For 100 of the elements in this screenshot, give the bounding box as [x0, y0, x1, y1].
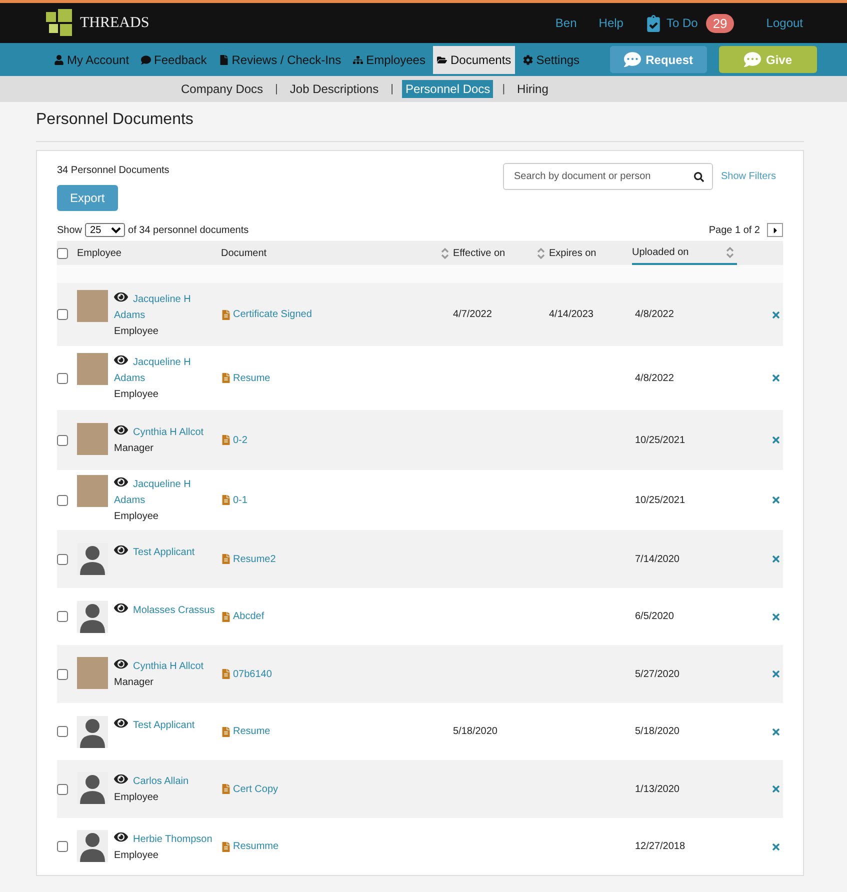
nav-tab[interactable]: Settings	[519, 46, 584, 74]
next-page-button[interactable]	[767, 223, 783, 237]
show-filters-link[interactable]: Show Filters	[720, 171, 776, 182]
gear-icon	[523, 54, 534, 64]
row-checkbox[interactable]	[57, 841, 68, 852]
show-label: Show	[57, 224, 82, 236]
upload-date: 4/8/2022	[635, 309, 674, 320]
select-all-checkbox[interactable]	[57, 248, 68, 258]
document-link[interactable]: Resume2	[221, 554, 441, 564]
request-button[interactable]: Request	[610, 46, 707, 73]
delete-button[interactable]	[771, 842, 781, 852]
employee-name-link[interactable]: Test Applicant	[114, 543, 218, 561]
delete-button[interactable]	[771, 726, 781, 736]
document-link[interactable]: Cert Copy	[221, 784, 441, 794]
delete-button[interactable]	[771, 310, 781, 320]
give-button[interactable]: Give	[718, 46, 817, 73]
employee-name-link[interactable]: Cynthia H Allcot	[114, 423, 218, 441]
employee-name-link[interactable]: Molasses Crassus	[114, 600, 218, 618]
show-suffix: of 34 personnel documents	[128, 224, 249, 236]
delete-button[interactable]	[771, 784, 781, 794]
row-checkbox[interactable]	[57, 611, 68, 622]
subnav-tab[interactable]: Personnel Docs	[402, 80, 494, 98]
delete-button[interactable]	[771, 373, 781, 383]
document-link[interactable]: Resume	[221, 726, 441, 737]
eye-icon	[114, 290, 128, 304]
column-header: Document	[221, 246, 268, 260]
employee-name-link[interactable]: Jacqueline H Adams	[114, 475, 218, 509]
document-link[interactable]: Abcdef	[221, 611, 441, 622]
eye-icon	[114, 423, 128, 437]
document-link[interactable]: 07b6140	[221, 668, 441, 680]
row-checkbox[interactable]	[57, 668, 68, 680]
employee-name-link[interactable]: Cynthia H Allcot	[114, 657, 218, 675]
page-title: Personnel Documents	[36, 102, 804, 142]
sitemap-icon	[353, 54, 364, 64]
file-icon	[221, 435, 231, 445]
eye-icon	[114, 657, 128, 671]
header-link[interactable]: Help	[598, 16, 624, 30]
nav-tab[interactable]: Reviews / Check-Ins	[214, 46, 346, 74]
avatar-icon	[77, 716, 108, 748]
logo-icon	[46, 9, 74, 37]
column-header: Employee	[77, 246, 122, 260]
row-checkbox[interactable]	[57, 309, 68, 320]
upload-date: 1/13/2020	[635, 784, 680, 794]
document-link[interactable]: 0-1	[221, 494, 441, 506]
page-size-select[interactable]: 25	[85, 223, 126, 237]
row-checkbox[interactable]	[57, 434, 68, 446]
subnav-tab[interactable]: Job Descriptions	[286, 80, 382, 98]
employee-role: Employee	[114, 848, 160, 862]
delete-button[interactable]	[771, 669, 781, 679]
employee-name-link[interactable]: Carlos Allain	[114, 772, 218, 790]
user-icon	[54, 54, 64, 64]
employee-role: Employee	[114, 388, 160, 402]
delete-button[interactable]	[771, 435, 781, 445]
subnav-tab[interactable]: Hiring	[514, 80, 552, 98]
subnav-tab[interactable]: Company Docs	[178, 80, 266, 98]
document-link[interactable]: Resume	[221, 372, 441, 384]
column-header[interactable]: Expires on	[537, 241, 632, 265]
logout-link[interactable]: Logout	[766, 16, 803, 30]
row-checkbox[interactable]	[57, 494, 68, 506]
photo-placeholder	[77, 657, 108, 689]
employee-role: Manager	[114, 442, 154, 456]
export-button[interactable]: Export	[57, 185, 118, 211]
employee-role: Employee	[114, 324, 160, 338]
separator: |	[502, 83, 506, 95]
delete-button[interactable]	[771, 554, 781, 564]
file-icon	[221, 612, 231, 622]
document-link[interactable]: Certificate Signed	[221, 309, 441, 320]
employee-name-link[interactable]: Jacqueline H Adams	[114, 353, 218, 387]
photo-placeholder	[77, 353, 108, 385]
file-icon	[221, 726, 231, 736]
nav-tab[interactable]: Documents	[433, 46, 516, 74]
employee-name-link[interactable]: Jacqueline H Adams	[114, 290, 218, 324]
search-field[interactable]: Search by document or person	[502, 163, 713, 190]
row-checkbox[interactable]	[57, 372, 68, 384]
column-header[interactable]: Effective on	[441, 241, 537, 265]
chat-icon	[624, 51, 641, 68]
row-checkbox[interactable]	[57, 554, 68, 564]
avatar-icon	[77, 543, 108, 575]
delete-button[interactable]	[771, 495, 781, 505]
upload-date: 12/27/2018	[635, 841, 686, 852]
employee-role: Manager	[114, 676, 154, 690]
eye-icon	[114, 353, 128, 367]
eye-icon	[114, 600, 128, 614]
document-link[interactable]: 0-2	[221, 434, 441, 446]
effective-date: 5/18/2020	[453, 726, 498, 737]
row-checkbox[interactable]	[57, 784, 68, 794]
separator: |	[275, 83, 278, 95]
file-icon	[221, 842, 231, 852]
nav-tab[interactable]: My Account	[50, 46, 134, 74]
document-link[interactable]: Resumme	[221, 841, 441, 852]
delete-button[interactable]	[771, 612, 781, 622]
todo-link[interactable]: To Do 29	[645, 14, 734, 32]
row-checkbox[interactable]	[57, 726, 68, 737]
nav-tab[interactable]: Feedback	[137, 46, 211, 74]
file-icon	[221, 554, 231, 564]
nav-tab[interactable]: Employees	[349, 46, 430, 74]
employee-name-link[interactable]: Test Applicant	[114, 716, 218, 734]
eye-icon	[114, 475, 128, 489]
header-link[interactable]: Ben	[555, 16, 577, 30]
employee-name-link[interactable]: Herbie Thompson	[114, 830, 218, 848]
